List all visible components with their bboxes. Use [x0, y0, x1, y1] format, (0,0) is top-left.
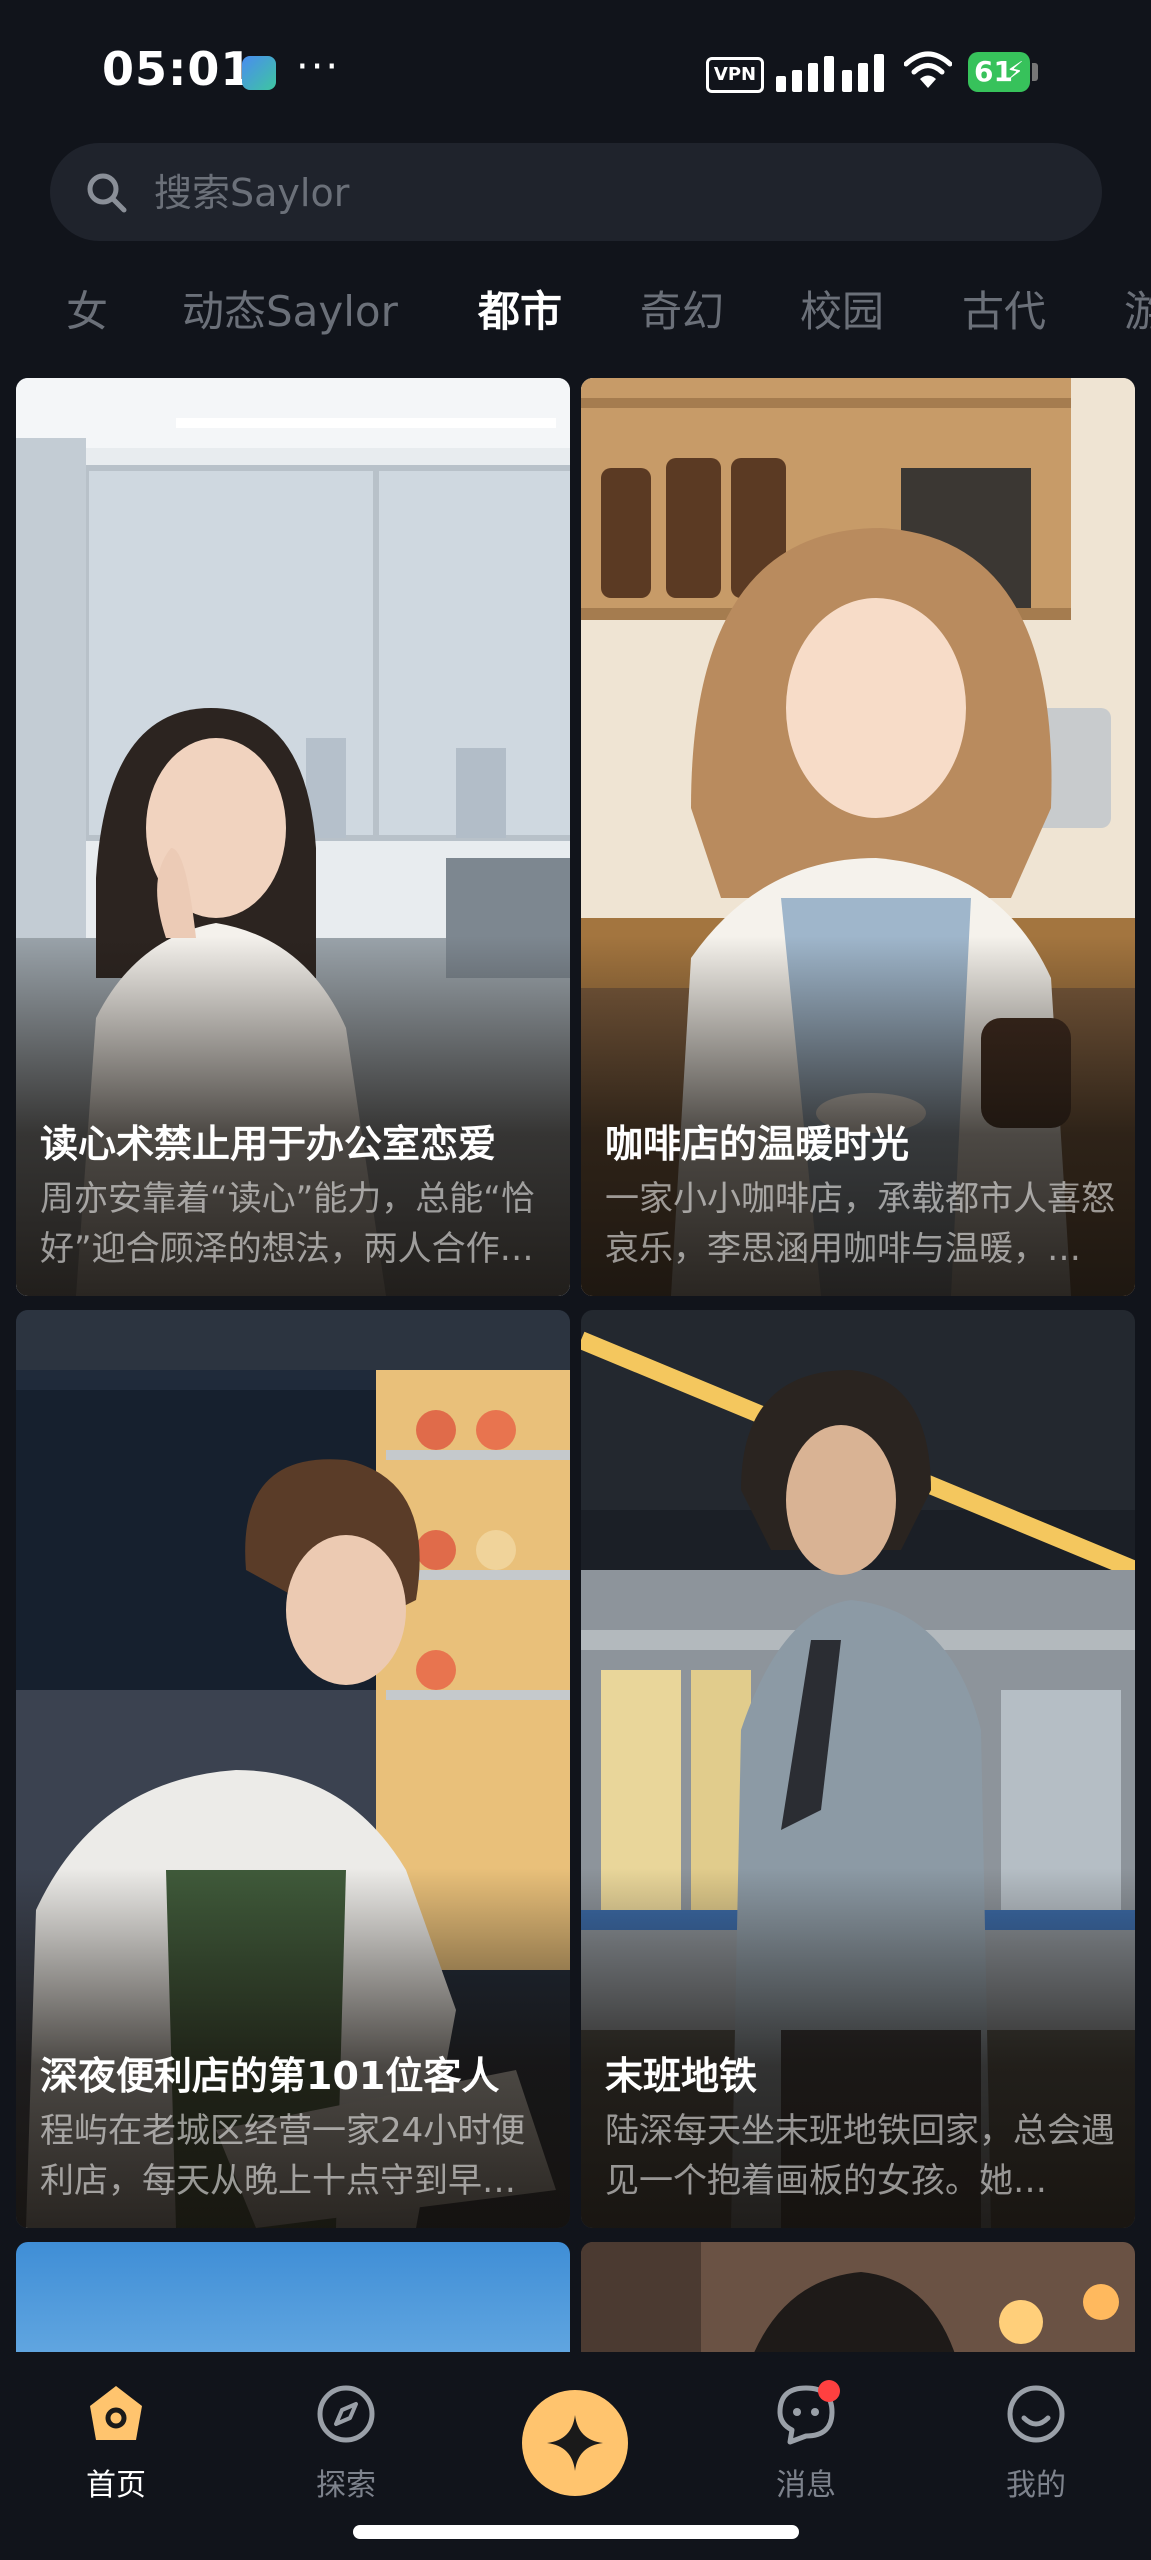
- card-description: 一家小小咖啡店，承载都市人喜怒哀乐，李思涵用咖啡与温暖，…: [605, 1179, 1115, 1269]
- story-card[interactable]: 末班地铁 陆深每天坐末班地铁回家，总会遇见一个抱着画板的女孩。她…: [581, 1310, 1135, 2228]
- tab-dynamic-saylor[interactable]: 动态Saylor: [182, 278, 398, 339]
- nav-profile[interactable]: 我的: [966, 2382, 1106, 2504]
- profile-icon: [1007, 2385, 1065, 2443]
- battery-icon: 61 ⚡: [968, 52, 1030, 92]
- home-indicator[interactable]: [353, 2525, 799, 2539]
- battery-tip: [1032, 63, 1038, 81]
- more-notifications-icon: ···: [296, 44, 341, 90]
- nav-explore[interactable]: 探索: [276, 2382, 416, 2504]
- nav-home-label: 首页: [86, 2468, 146, 2503]
- sparkle-icon: [547, 2415, 603, 2471]
- tab-campus[interactable]: 校园: [800, 278, 884, 339]
- search-icon: [87, 173, 127, 213]
- story-card[interactable]: 读心术禁止用于办公室恋爱 周亦安靠着“读心”能力，总能“恰好”迎合顾泽的想法，两…: [16, 378, 570, 1296]
- status-bar: 05:01 ··· VPN 61 ⚡: [0, 0, 1151, 140]
- status-time: 05:01: [102, 42, 254, 96]
- category-tabs: 女 动态Saylor 都市 奇幻 校园 古代 游: [0, 278, 1151, 348]
- story-card[interactable]: 深夜便利店的第101位客人 程屿在老城区经营一家24小时便利店，每天从晚上十点守…: [16, 1310, 570, 2228]
- search-input[interactable]: [152, 143, 1056, 243]
- tab-ancient[interactable]: 古代: [962, 278, 1046, 339]
- home-icon: [90, 2386, 142, 2440]
- card-title: 末班地铁: [605, 2054, 758, 2098]
- tab-game[interactable]: 游: [1124, 278, 1151, 339]
- nav-home[interactable]: 首页: [46, 2382, 186, 2504]
- nav-profile-label: 我的: [1006, 2468, 1066, 2503]
- compass-icon: [317, 2385, 375, 2443]
- card-title: 深夜便利店的第101位客人: [40, 2054, 500, 2098]
- search-bar[interactable]: [50, 143, 1102, 243]
- tab-urban[interactable]: 都市: [478, 278, 562, 339]
- wifi-icon: [904, 51, 952, 88]
- signal-icon: [776, 54, 884, 92]
- card-description: 陆深每天坐末班地铁回家，总会遇见一个抱着画板的女孩。她…: [605, 2111, 1115, 2201]
- card-title: 读心术禁止用于办公室恋爱: [40, 1122, 497, 1166]
- charging-icon: ⚡: [1005, 57, 1024, 87]
- vpn-icon: VPN: [706, 57, 764, 93]
- nav-messages[interactable]: 消息: [736, 2382, 876, 2504]
- unread-badge: [818, 2380, 840, 2402]
- card-title: 咖啡店的温暖时光: [605, 1122, 910, 1166]
- card-description: 周亦安靠着“读心”能力，总能“恰好”迎合顾泽的想法，两人合作…: [40, 1179, 535, 1269]
- nav-explore-label: 探索: [316, 2468, 376, 2503]
- tab-fantasy[interactable]: 奇幻: [640, 278, 724, 339]
- create-button[interactable]: [522, 2390, 628, 2496]
- nav-messages-label: 消息: [776, 2468, 836, 2503]
- tab-female[interactable]: 女: [66, 278, 108, 339]
- card-description: 程屿在老城区经营一家24小时便利店，每天从晚上十点守到早…: [40, 2111, 526, 2201]
- story-card[interactable]: 咖啡店的温暖时光 一家小小咖啡店，承载都市人喜怒哀乐，李思涵用咖啡与温暖，…: [581, 378, 1135, 1296]
- gallery-app-icon: [242, 56, 276, 90]
